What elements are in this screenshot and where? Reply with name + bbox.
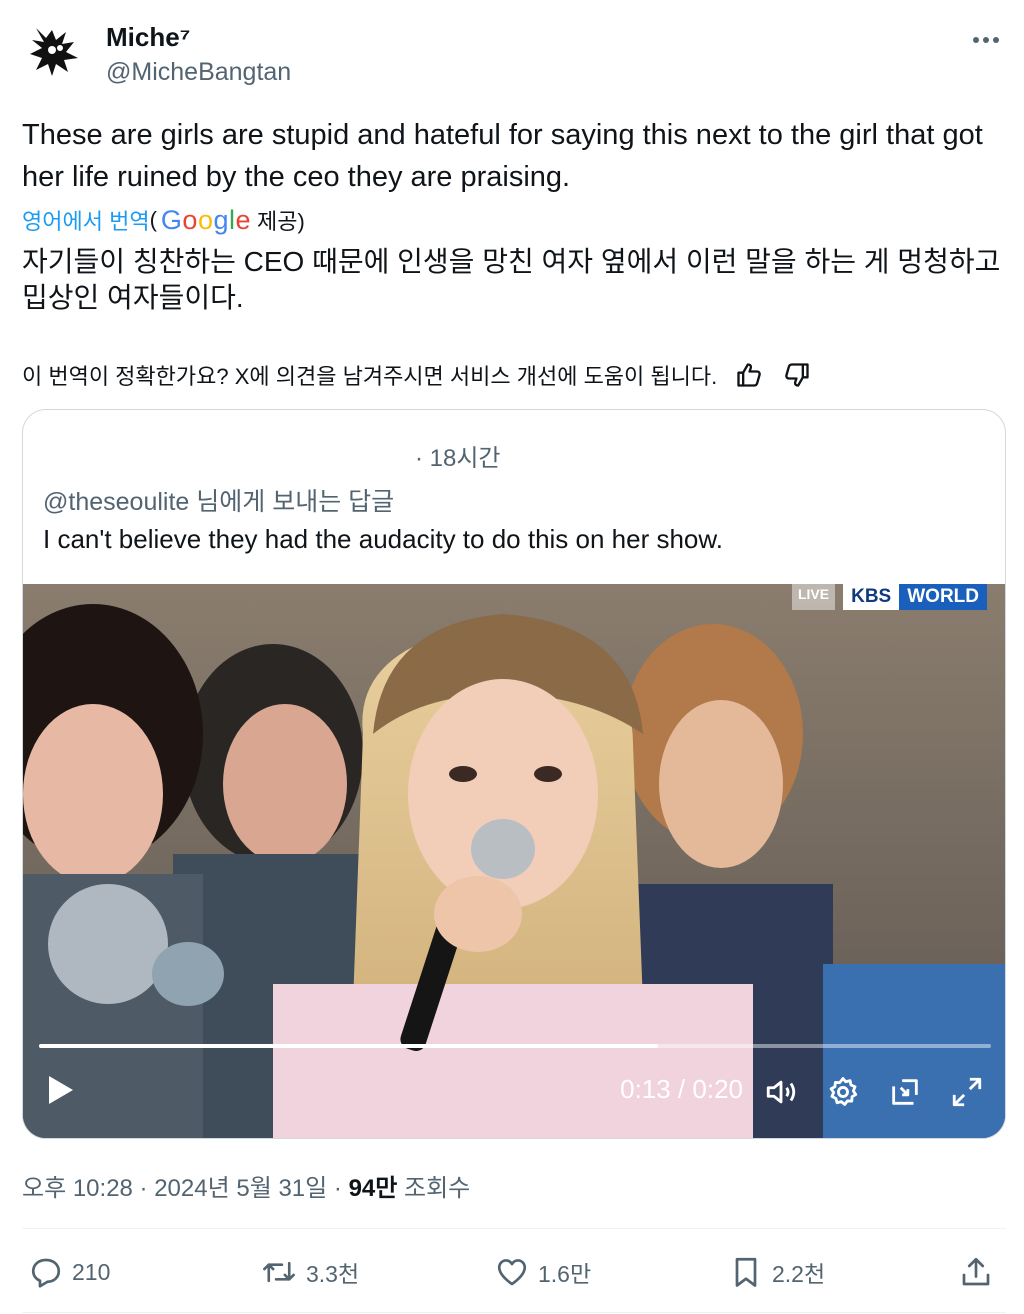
quote-reply-to: @theseoulite 님에게 보내는 답글: [43, 488, 395, 516]
share-button[interactable]: [958, 1250, 1002, 1294]
translate-provider-suffix: 제공): [257, 209, 305, 234]
author-handle[interactable]: @MicheBangtan: [106, 58, 291, 87]
live-badge: LIVE: [791, 584, 836, 610]
video-player[interactable]: LIVE KBS WORLD 0:13 / 0:20: [23, 584, 1005, 1138]
feedback-prompt: 이 번역이 정확한가요? X에 의견을 남겨주시면 서비스 개선에 도움이 됩니…: [22, 364, 718, 389]
translation-feedback: 이 번역이 정확한가요? X에 의견을 남겨주시면 서비스 개선에 도움이 됩니…: [22, 358, 813, 392]
bookmark-count: 2.2천: [772, 1261, 826, 1287]
bookmark-button[interactable]: 2.2천: [728, 1250, 825, 1294]
quote-timestamp[interactable]: · 18시간: [415, 438, 501, 473]
video-progress-fill: [39, 1044, 658, 1048]
reply-icon: [31, 1258, 61, 1288]
translate-link[interactable]: 영어에서 번역: [22, 204, 150, 236]
author-name[interactable]: Miche⁷: [106, 22, 190, 53]
repost-count: 3.3천: [306, 1261, 360, 1287]
action-bar: 210 3.3천 1.6만 2.2천: [22, 1250, 1006, 1294]
kbs-label: KBS: [843, 584, 900, 610]
quoted-tweet[interactable]: · 18시간 @theseoulite 님에게 보내는 답글 I can't b…: [22, 409, 1006, 1139]
quote-text: I can't believe they had the audacity to…: [43, 524, 723, 554]
fullscreen-icon[interactable]: [949, 1074, 985, 1110]
volume-icon[interactable]: [763, 1074, 799, 1110]
video-time: 0:13 / 0:20: [620, 1074, 743, 1104]
views-label: 조회수: [397, 1175, 471, 1202]
divider: [22, 1312, 1006, 1313]
translation-attribution: 영어에서 번역 ( Google 제공): [22, 203, 305, 237]
repost-icon: [263, 1261, 295, 1283]
view-count: 94만: [348, 1175, 398, 1202]
google-logo: Google: [160, 204, 252, 235]
thumbs-down-icon[interactable]: [781, 359, 813, 391]
play-icon[interactable]: [45, 1072, 77, 1108]
more-options-icon[interactable]: [966, 20, 1006, 60]
timestamp[interactable]: 오후 10:28 · 2024년 5월 31일 ·: [22, 1175, 349, 1202]
avatar[interactable]: [22, 18, 88, 84]
repost-button[interactable]: 3.3천: [260, 1250, 359, 1294]
tweet-meta: 오후 10:28 · 2024년 5월 31일 · 94만 조회수: [22, 1168, 470, 1203]
video-frame: [23, 584, 1005, 1138]
tweet-text: These are girls are stupid and hateful f…: [22, 119, 983, 193]
like-count: 1.6만: [538, 1261, 592, 1287]
bookmark-icon: [735, 1257, 757, 1287]
world-label: WORLD: [899, 584, 987, 610]
broadcaster-logo: LIVE KBS WORLD: [791, 584, 987, 610]
translate-open-paren: (: [149, 207, 157, 232]
settings-gear-icon[interactable]: [825, 1074, 861, 1110]
reply-count: 210: [72, 1258, 111, 1285]
like-button[interactable]: 1.6만: [494, 1250, 591, 1294]
video-progress-bar[interactable]: [39, 1044, 991, 1048]
video-controls: 0:13 / 0:20: [23, 1064, 1005, 1124]
share-icon: [962, 1257, 990, 1286]
divider: [22, 1228, 1006, 1229]
translated-text: 자기들이 칭찬하는 CEO 때문에 인생을 망친 여자 옆에서 이런 말을 하는…: [22, 246, 1001, 313]
picture-in-picture-icon[interactable]: [887, 1074, 923, 1110]
thumbs-up-icon[interactable]: [733, 359, 765, 391]
heart-icon: [497, 1259, 527, 1286]
tweet-header: Miche⁷ @MicheBangtan: [22, 18, 1006, 94]
reply-button[interactable]: 210: [28, 1250, 110, 1294]
